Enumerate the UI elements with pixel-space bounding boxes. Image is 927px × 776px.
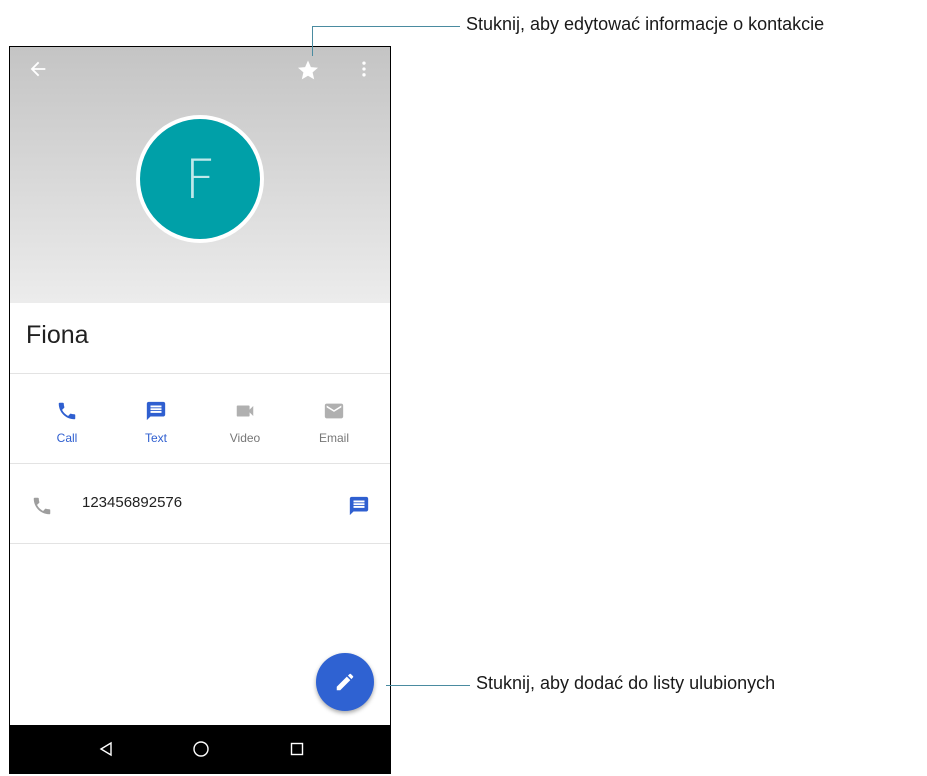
phone-number-row[interactable]: 123456892576 bbox=[10, 477, 390, 537]
text-action-button[interactable]: Text bbox=[121, 393, 191, 453]
system-nav-bar bbox=[10, 725, 390, 773]
text-label: Text bbox=[144, 431, 167, 445]
recents-square-icon bbox=[290, 742, 304, 756]
contact-name: Fiona bbox=[26, 321, 89, 349]
divider bbox=[10, 543, 390, 544]
phone-icon bbox=[58, 402, 76, 420]
contact-header: F bbox=[10, 47, 390, 303]
video-icon bbox=[236, 405, 254, 417]
callout-top-text: Stuknij, aby edytować informacje o konta… bbox=[466, 14, 825, 34]
divider bbox=[10, 373, 390, 374]
message-icon bbox=[146, 401, 166, 421]
call-label: Call bbox=[56, 431, 78, 445]
email-action-button[interactable]: Email bbox=[299, 393, 369, 453]
favorite-star-button[interactable] bbox=[295, 57, 321, 83]
phone-screen: F Fiona Call Text Video Email 1234568925… bbox=[9, 46, 391, 774]
back-button[interactable] bbox=[26, 57, 50, 81]
phone-row-icon-wrap bbox=[30, 494, 54, 518]
edit-fab-button[interactable] bbox=[316, 653, 374, 711]
pencil-icon bbox=[336, 673, 354, 691]
nav-back-button[interactable] bbox=[94, 737, 118, 761]
nav-home-button[interactable] bbox=[189, 737, 213, 761]
avatar: F bbox=[136, 115, 264, 243]
callout-leader-top-horizontal bbox=[312, 26, 460, 27]
more-vert-icon bbox=[362, 61, 366, 77]
phone-icon bbox=[33, 497, 51, 515]
message-icon bbox=[349, 496, 369, 516]
more-options-button[interactable] bbox=[352, 57, 376, 81]
nav-recents-button[interactable] bbox=[285, 737, 309, 761]
call-action-button[interactable]: Call bbox=[32, 393, 102, 453]
callout-bottom-text: Stuknij, aby dodać do listy ulubionych bbox=[476, 673, 776, 693]
home-circle-icon bbox=[193, 741, 209, 757]
callout-leader-bottom bbox=[386, 685, 470, 686]
email-icon bbox=[324, 403, 344, 419]
send-message-button[interactable] bbox=[346, 493, 372, 519]
divider bbox=[10, 463, 390, 464]
video-label: Video bbox=[229, 431, 261, 445]
email-label: Email bbox=[318, 431, 349, 445]
star-icon bbox=[298, 60, 318, 80]
back-triangle-icon bbox=[99, 741, 112, 757]
callout-leader-top-vertical bbox=[312, 26, 313, 56]
video-action-button[interactable]: Video bbox=[210, 393, 280, 453]
quick-actions: Call Text Video Email bbox=[10, 393, 390, 463]
arrow-back-icon bbox=[30, 61, 46, 77]
avatar-initial: F bbox=[140, 119, 260, 239]
phone-number: 123456892576 bbox=[82, 494, 183, 511]
